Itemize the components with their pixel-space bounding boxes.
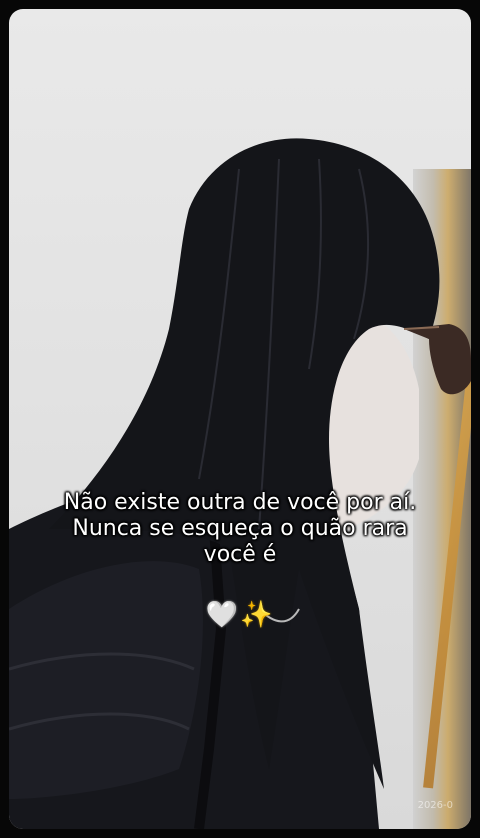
- caption-line-1: Não existe outra de você por aí.: [63, 490, 417, 515]
- caption-line-2: Nunca se esqueça o quão rara: [72, 516, 408, 541]
- timestamp-watermark: 2026-0: [417, 800, 453, 811]
- white-heart-icon: 🤍: [205, 600, 240, 630]
- caption-line-3: você é: [203, 542, 277, 567]
- sparkles-icon: ✨: [240, 600, 275, 630]
- emoji-row: 🤍✨: [0, 600, 480, 630]
- photo: 2026-0: [9, 9, 471, 829]
- caption-text: Não existe outra de você por aí. Nunca s…: [0, 490, 480, 568]
- woman-silhouette: [9, 138, 471, 829]
